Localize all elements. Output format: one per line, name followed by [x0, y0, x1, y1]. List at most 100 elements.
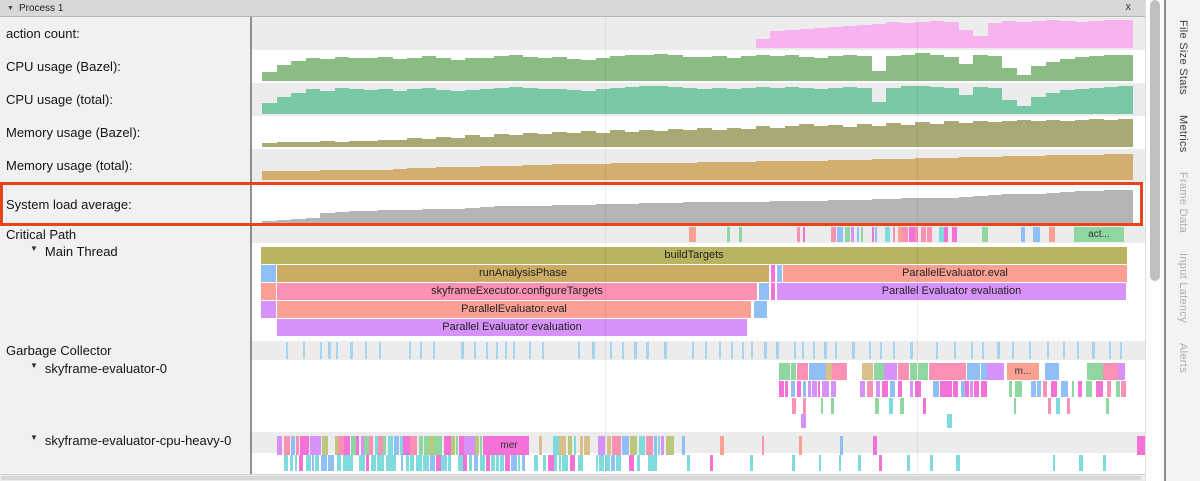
trace-slice[interactable]: [475, 436, 479, 455]
counter-chart-cpu-bazel[interactable]: [252, 50, 1145, 83]
trace-slice[interactable]: [381, 455, 383, 471]
trace-slice[interactable]: [607, 436, 611, 455]
trace-slice[interactable]: [548, 455, 553, 471]
trace-slice[interactable]: [869, 342, 871, 359]
trace-slice[interactable]: [513, 342, 515, 359]
trace-slice[interactable]: ParallelEvaluator.eval: [277, 301, 751, 318]
trace-slice[interactable]: [1120, 342, 1122, 359]
trace-slice[interactable]: [801, 414, 806, 428]
close-button[interactable]: x: [1126, 1, 1132, 13]
trace-slice[interactable]: [818, 381, 820, 397]
trace-slice[interactable]: [348, 455, 353, 471]
trace-slice[interactable]: [570, 455, 576, 471]
trace-slice[interactable]: [562, 455, 568, 471]
trace-slice[interactable]: [1014, 398, 1016, 414]
trace-slice[interactable]: [419, 436, 423, 455]
trace-slice[interactable]: [630, 436, 637, 455]
trace-slice[interactable]: [857, 227, 859, 242]
trace-slice[interactable]: [822, 381, 829, 397]
trace-slice[interactable]: [970, 381, 973, 397]
tab-metrics[interactable]: Metrics: [1177, 115, 1189, 153]
trace-slice[interactable]: [1009, 381, 1012, 397]
trace-slice[interactable]: [295, 455, 297, 471]
trace-slice[interactable]: [929, 363, 945, 380]
trace-slice[interactable]: [611, 455, 616, 471]
trace-slice[interactable]: [1079, 455, 1083, 471]
trace-slice[interactable]: [902, 227, 907, 242]
trace-slice[interactable]: [873, 436, 877, 455]
trace-slice[interactable]: [336, 342, 338, 359]
trace-slice[interactable]: [554, 455, 557, 471]
trace-slice[interactable]: [464, 436, 470, 455]
trace-slice[interactable]: [383, 436, 386, 455]
trace-slice[interactable]: [310, 436, 317, 455]
trace-slice[interactable]: [954, 342, 956, 359]
trace-slice[interactable]: [616, 455, 621, 471]
trace-slice[interactable]: [750, 455, 753, 471]
trace-slice[interactable]: [277, 436, 282, 455]
trace-slice[interactable]: [361, 436, 364, 455]
trace-slice[interactable]: [459, 436, 464, 455]
trace-slice[interactable]: [580, 436, 583, 455]
trace-slice[interactable]: [875, 398, 879, 414]
trace-slice[interactable]: [862, 363, 873, 380]
trace-slice[interactable]: [791, 363, 797, 380]
collapse-triangle-icon[interactable]: ▼: [30, 244, 38, 253]
trace-slice[interactable]: [1078, 381, 1082, 397]
trace-slice[interactable]: [1087, 363, 1103, 380]
trace-slice[interactable]: [296, 436, 299, 455]
trace-slice[interactable]: [1048, 398, 1051, 414]
tab-frame-data[interactable]: Frame Data: [1177, 172, 1189, 233]
trace-slice[interactable]: [505, 342, 507, 359]
trace-slice[interactable]: [522, 455, 525, 471]
trace-slice[interactable]: [1061, 381, 1068, 397]
trace-slice[interactable]: [692, 342, 694, 359]
trace-slice[interactable]: [898, 381, 902, 397]
trace-slice[interactable]: [831, 227, 836, 242]
trace-slice[interactable]: [875, 227, 877, 242]
trace-slice[interactable]: [840, 436, 843, 455]
trace-slice[interactable]: [921, 227, 926, 242]
trace-slice[interactable]: [653, 455, 657, 471]
trace-slice[interactable]: [835, 342, 837, 359]
trace-slice[interactable]: [448, 455, 451, 471]
trace-slice[interactable]: [1103, 363, 1117, 380]
trace-slice[interactable]: [893, 227, 896, 242]
trace-slice-labeled[interactable]: act...: [1074, 227, 1124, 242]
trace-slice[interactable]: [974, 381, 980, 397]
trace-slice[interactable]: [861, 227, 863, 242]
trace-slice[interactable]: [764, 342, 766, 359]
trace-slice[interactable]: [470, 436, 474, 455]
trace-slice[interactable]: [634, 342, 636, 359]
counter-chart-system-load[interactable]: [252, 182, 1145, 226]
trace-slice[interactable]: [568, 436, 573, 455]
trace-slice[interactable]: [486, 342, 488, 359]
trace-slice[interactable]: [1116, 381, 1120, 397]
tab-alerts[interactable]: Alerts: [1177, 343, 1189, 373]
trace-slice[interactable]: [584, 436, 590, 455]
trace-slice[interactable]: [751, 342, 753, 359]
trace-slice[interactable]: [771, 283, 775, 300]
trace-slice[interactable]: [403, 436, 409, 455]
trace-slice[interactable]: [852, 342, 854, 359]
trace-slice[interactable]: [1092, 342, 1094, 359]
horizontal-scrollbar[interactable]: [0, 474, 1145, 481]
trace-slice[interactable]: [742, 342, 744, 359]
trace-slice[interactable]: [799, 436, 802, 455]
trace-slice[interactable]: [559, 436, 566, 455]
trace-slice[interactable]: [720, 436, 724, 455]
trace-slice[interactable]: [785, 381, 789, 397]
trace-slice[interactable]: [967, 363, 980, 380]
trace-slice[interactable]: [1103, 455, 1106, 471]
counter-chart-action-count[interactable]: [252, 17, 1145, 50]
trace-slice[interactable]: [689, 227, 696, 242]
trace-slice[interactable]: [884, 363, 898, 380]
trace-slice[interactable]: [303, 342, 305, 359]
trace-slice[interactable]: [474, 455, 478, 471]
trace-slice[interactable]: [486, 455, 490, 471]
trace-slice[interactable]: [305, 436, 309, 455]
trace-slice[interactable]: [851, 227, 853, 242]
trace-slice[interactable]: [971, 342, 973, 359]
trace-slice[interactable]: [496, 342, 498, 359]
trace-slice[interactable]: [1051, 381, 1057, 397]
